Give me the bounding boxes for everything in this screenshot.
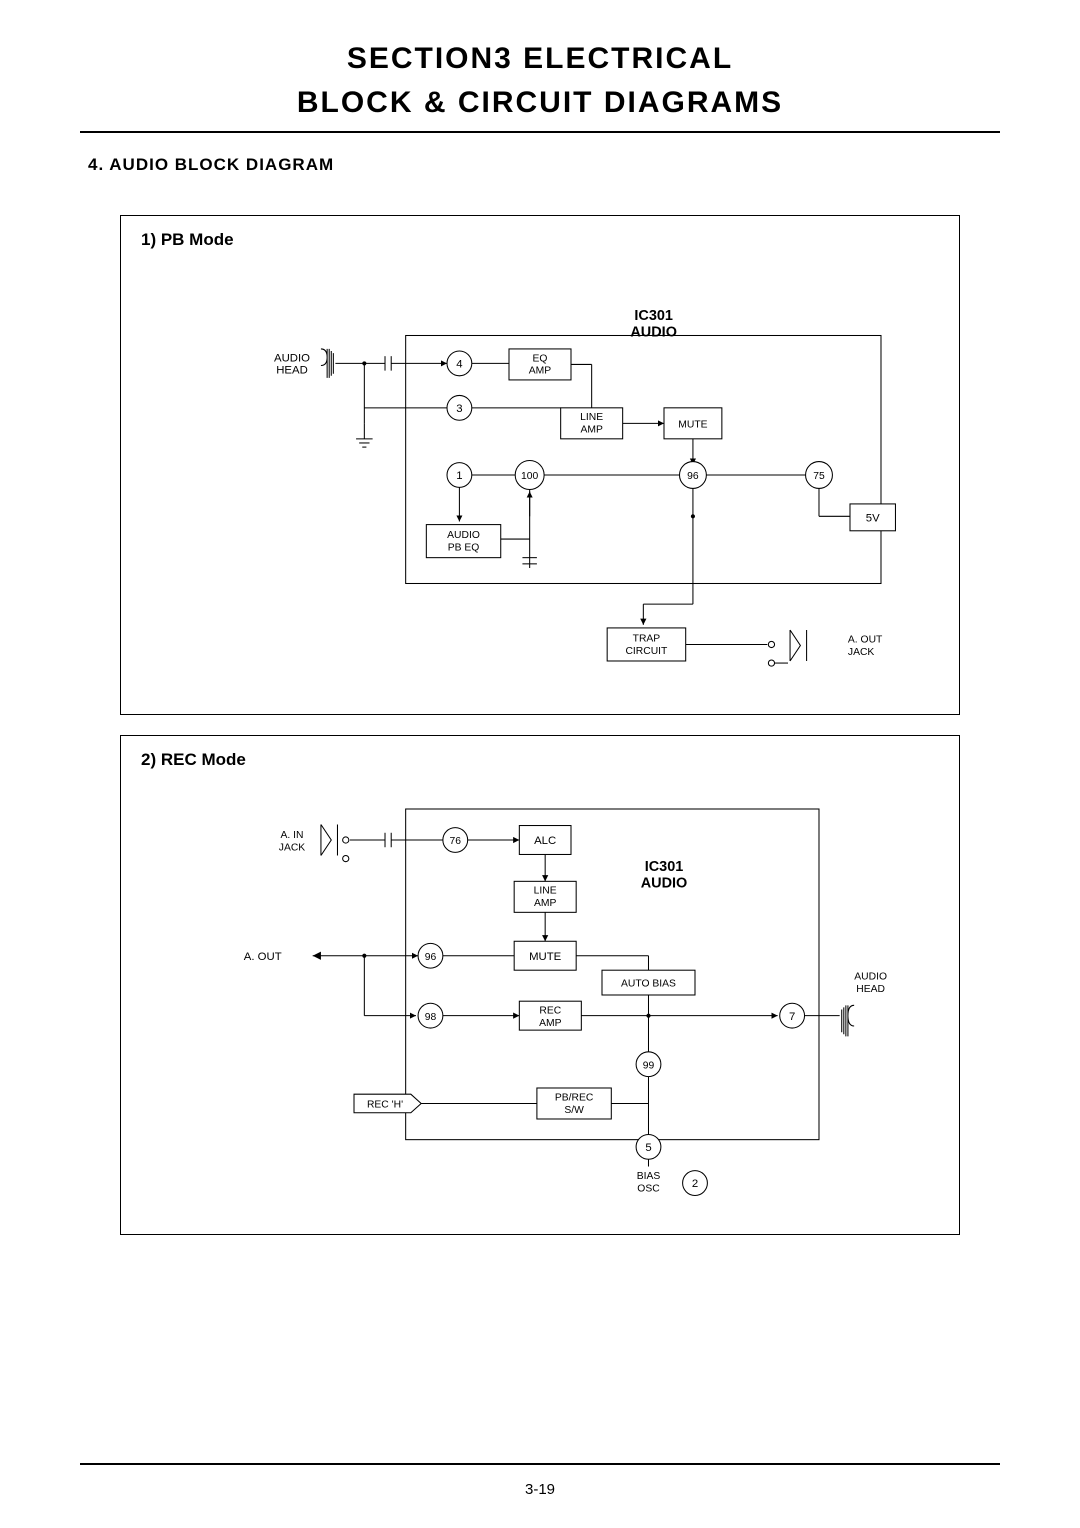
subsection-title: 4. AUDIO BLOCK DIAGRAM (88, 155, 1000, 175)
pbrec-1: PB/REC (555, 1092, 594, 1103)
aout-2: JACK (848, 647, 875, 658)
pin4: 4 (456, 359, 462, 371)
page-number: 3-19 (0, 1481, 1080, 1498)
footer-rule (80, 1463, 1000, 1465)
pin96b: 96 (425, 952, 437, 963)
pb-mode-diagram: 1) PB Mode IC301 AUDIO AUDIO HEAD (120, 215, 960, 715)
title-rule (80, 131, 1000, 133)
mute2: MUTE (529, 951, 562, 963)
pin76: 76 (450, 836, 462, 847)
bias-1: BIAS (637, 1171, 661, 1182)
audio-pbeq-1: AUDIO (447, 530, 480, 541)
v5: 5V (866, 512, 880, 524)
page-title-line2: BLOCK & CIRCUIT DIAGRAMS (80, 84, 1000, 122)
eq-amp-2: AMP (529, 366, 551, 377)
ic301b-2: AUDIO (641, 876, 688, 892)
ahead2-1: AUDIO (854, 971, 887, 982)
line-amp-2: AMP (580, 425, 602, 436)
pin100: 100 (521, 471, 538, 482)
pin2: 2 (692, 1178, 698, 1190)
audio-head-2: HEAD (276, 365, 308, 377)
line-amp-1: LINE (580, 412, 603, 423)
alc: ALC (534, 835, 556, 847)
trap-1: TRAP (633, 633, 661, 644)
pin1: 1 (456, 470, 462, 482)
lineamp2-1: LINE (534, 886, 557, 897)
autobias: AUTO BIAS (621, 979, 676, 990)
pb-mode-svg: IC301 AUDIO AUDIO HEAD 4 EQ AMP (137, 258, 943, 713)
ic301b-1: IC301 (645, 859, 684, 875)
rec-mode-diagram: 2) REC Mode IC301 AUDIO A. IN JACK (120, 735, 960, 1235)
trap-2: CIRCUIT (625, 646, 668, 657)
ic301-label-1: IC301 (634, 308, 673, 324)
audio-pbeq-2: PB EQ (448, 542, 480, 553)
recamp-1: REC (539, 1006, 561, 1017)
ahead2-2: HEAD (856, 984, 885, 995)
pin98: 98 (425, 1012, 437, 1023)
lineamp2-2: AMP (534, 898, 556, 909)
mute: MUTE (678, 419, 707, 430)
rech: REC 'H' (367, 1100, 403, 1111)
pin3: 3 (456, 403, 462, 415)
recamp-2: AMP (539, 1018, 561, 1029)
pin96: 96 (687, 471, 699, 482)
rec-mode-title: 2) REC Mode (141, 750, 943, 770)
aout2: A. OUT (244, 951, 282, 963)
ain-1: A. IN (281, 830, 304, 841)
pin5: 5 (645, 1142, 651, 1154)
aout-1: A. OUT (848, 634, 883, 645)
bias-2: OSC (637, 1183, 660, 1194)
page-title-line1: SECTION3 ELECTRICAL (80, 40, 1000, 78)
pin7: 7 (789, 1011, 795, 1023)
audio-head-1: AUDIO (274, 352, 310, 364)
rec-mode-svg: IC301 AUDIO A. IN JACK 76 ALC (137, 778, 943, 1233)
pin99: 99 (643, 1060, 655, 1071)
ic301-label-2: AUDIO (630, 325, 677, 341)
pb-mode-title: 1) PB Mode (141, 230, 943, 250)
pin75: 75 (813, 471, 825, 482)
pbrec-2: S/W (564, 1105, 584, 1116)
eq-amp-1: EQ (533, 353, 548, 364)
ain-2: JACK (279, 842, 306, 853)
